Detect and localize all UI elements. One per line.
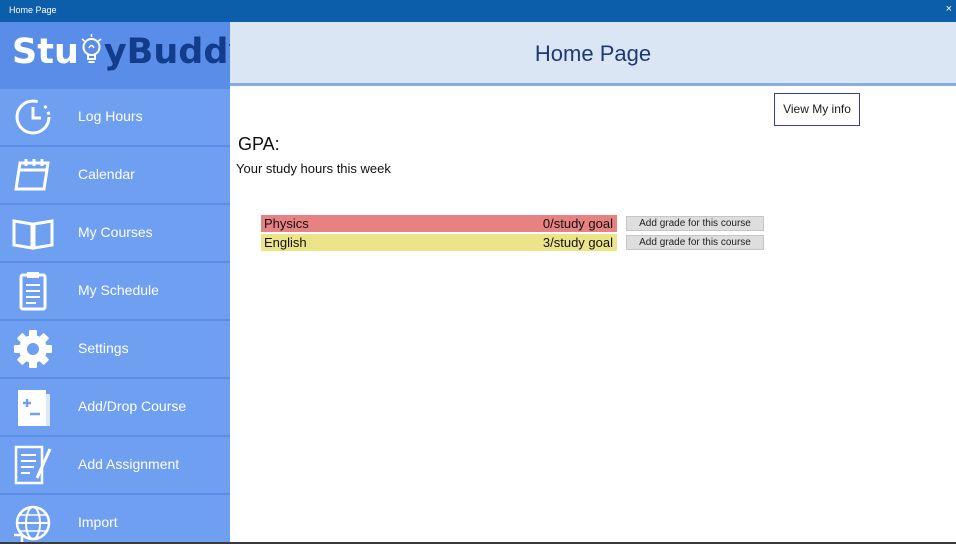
sidebar: Stu yBuddy Log Hours Calendar My Courses… [0,22,251,544]
document-pen-icon [14,445,52,485]
sidebar-item-add-assignment[interactable]: Add Assignment [0,435,230,491]
course-row-english: English 3/study goal [261,234,617,251]
sidebar-item-label: Add Assignment [78,456,180,472]
sidebar-item-label: Settings [78,340,129,356]
sidebar-item-label: My Schedule [78,282,159,298]
page-header: Home Page [230,22,956,86]
sidebar-item-label: Import [78,514,118,530]
globe-arrow-icon [14,505,51,543]
course-row-physics: Physics 0/study goal [261,215,617,232]
clipboard-icon [19,272,47,311]
logo-text-start: Stu [12,32,79,72]
gpa-label: GPA: [238,134,280,154]
sidebar-item-label: Calendar [78,166,135,182]
page-title: Home Page [534,41,652,66]
sidebar-item-calendar[interactable]: Calendar [0,145,230,201]
app-logo: Stu yBuddy [0,22,251,87]
sidebar-item-my-courses[interactable]: My Courses [0,203,230,259]
lightbulb-icon [81,34,102,63]
clock-icon [15,99,51,135]
plus-minus-icon [18,390,50,426]
add-grade-button[interactable]: Add grade for this course [626,235,764,250]
sidebar-item-add-drop-course[interactable]: Add/Drop Course [0,377,230,433]
book-icon [12,219,54,250]
app-window: Home Page × Stu yBuddy Log Hours Calenda… [0,0,956,544]
study-hours-label: Your study hours this week [236,161,391,176]
title-bar: Home Page × [0,0,956,22]
course-study-goal: 3/study goal [542,235,613,250]
sidebar-item-settings[interactable]: Settings [0,319,230,375]
window-title: Home Page [9,5,57,15]
gear-icon [14,330,52,368]
sidebar-item-log-hours[interactable]: Log Hours [0,87,230,143]
sidebar-item-label: Log Hours [78,108,143,124]
sidebar-item-label: My Courses [78,224,153,240]
close-icon[interactable]: × [946,3,952,15]
add-grade-button[interactable]: Add grade for this course [626,216,764,231]
calendar-icon [14,159,50,191]
course-study-goal: 0/study goal [542,216,613,231]
view-my-info-button[interactable]: View My info [774,93,860,126]
sidebar-item-label: Add/Drop Course [78,398,187,414]
sidebar-item-import[interactable]: Import [0,493,230,544]
course-name: Physics [264,216,309,231]
sidebar-item-my-schedule[interactable]: My Schedule [0,261,230,317]
course-name: English [264,235,307,250]
